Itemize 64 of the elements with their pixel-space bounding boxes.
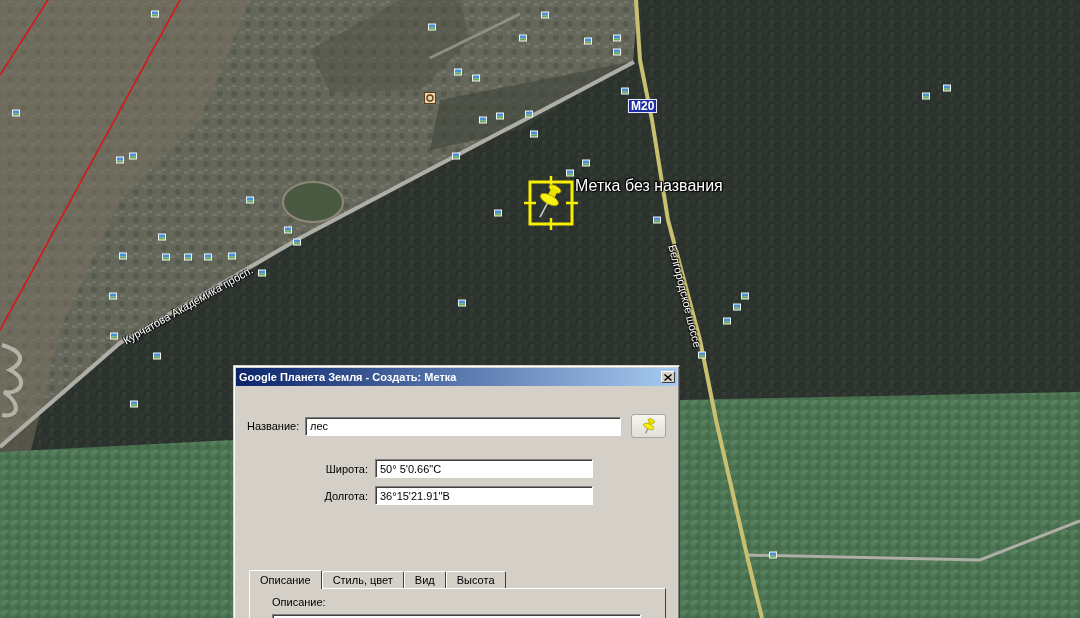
photo-marker-icon[interactable] <box>153 352 161 360</box>
coordinate-label: Широта: <box>324 462 368 475</box>
photo-marker-icon[interactable] <box>204 253 212 261</box>
square-target-icon[interactable] <box>424 92 436 104</box>
photo-marker-icon[interactable] <box>109 292 117 300</box>
photo-marker-icon[interactable] <box>158 233 166 241</box>
name-field[interactable]: лес <box>305 416 621 436</box>
photo-marker-icon[interactable] <box>496 112 504 120</box>
photo-marker-icon[interactable] <box>293 238 301 246</box>
close-icon <box>664 373 672 381</box>
photo-marker-icon[interactable] <box>116 156 124 164</box>
photo-marker-icon[interactable] <box>151 10 159 18</box>
photo-marker-icon[interactable] <box>613 48 621 56</box>
photo-marker-icon[interactable] <box>479 116 487 124</box>
photo-marker-icon[interactable] <box>613 34 621 42</box>
dialog-title: Google Планета Земля - Создать: Метка <box>239 371 457 383</box>
photo-marker-icon[interactable] <box>130 400 138 408</box>
photo-marker-icon[interactable] <box>458 299 466 307</box>
photo-marker-icon[interactable] <box>110 332 118 340</box>
photo-marker-icon[interactable] <box>698 351 706 359</box>
photo-marker-icon[interactable] <box>943 84 951 92</box>
photo-marker-icon[interactable] <box>525 110 533 118</box>
photo-marker-icon[interactable] <box>452 152 460 160</box>
photo-marker-icon[interactable] <box>184 253 192 261</box>
photo-marker-icon[interactable] <box>119 252 127 260</box>
photo-marker-icon[interactable] <box>566 169 574 177</box>
pushpin-icon <box>641 417 656 435</box>
photo-marker-icon[interactable] <box>162 253 170 261</box>
name-label: Название: <box>247 420 301 432</box>
photo-marker-icon[interactable] <box>228 252 236 260</box>
icon-button[interactable] <box>631 414 666 438</box>
tab[interactable]: Описание <box>249 570 322 589</box>
photo-marker-icon[interactable] <box>621 87 629 95</box>
photo-marker-icon[interactable] <box>284 226 292 234</box>
photo-marker-icon[interactable] <box>769 551 777 559</box>
photo-marker-icon[interactable] <box>733 303 741 311</box>
description-label: Описание: <box>272 596 326 609</box>
tab[interactable]: Стиль, цвет <box>321 571 404 588</box>
photo-marker-icon[interactable] <box>129 152 137 160</box>
photo-marker-icon[interactable] <box>12 109 20 117</box>
photo-marker-icon[interactable] <box>428 23 436 31</box>
photo-marker-icon[interactable] <box>530 130 538 138</box>
close-button[interactable] <box>661 371 675 383</box>
photo-marker-icon[interactable] <box>519 34 527 42</box>
coordinate-field[interactable]: 36°15'21.91"В <box>375 486 593 505</box>
pushpin-icon[interactable] <box>539 184 562 219</box>
photo-marker-icon[interactable] <box>582 159 590 167</box>
tab[interactable]: Высота <box>445 571 506 588</box>
photo-marker-icon[interactable] <box>454 68 462 76</box>
photo-marker-icon[interactable] <box>246 196 254 204</box>
coordinate-field[interactable]: 50° 5'0.66"С <box>375 459 593 478</box>
photo-marker-icon[interactable] <box>741 292 749 300</box>
photo-marker-icon[interactable] <box>584 37 592 45</box>
photo-marker-icon[interactable] <box>472 74 480 82</box>
photo-marker-icon[interactable] <box>653 216 661 224</box>
photo-marker-icon[interactable] <box>922 92 930 100</box>
coordinate-label: Долгота: <box>323 489 368 502</box>
route-shield-label: M20 <box>628 99 658 113</box>
photo-marker-icon[interactable] <box>258 269 266 277</box>
photo-marker-icon[interactable] <box>541 11 549 19</box>
tab[interactable]: Вид <box>403 571 446 588</box>
photo-marker-icon[interactable] <box>723 317 731 325</box>
photo-marker-icon[interactable] <box>494 209 502 217</box>
description-field[interactable] <box>272 614 641 618</box>
